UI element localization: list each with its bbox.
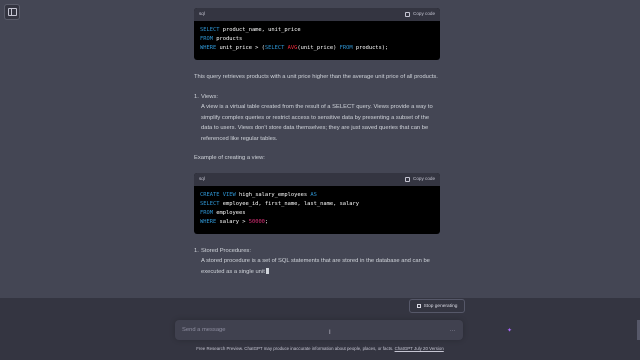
code-token: FROM bbox=[200, 209, 213, 216]
list-item-title: Views: bbox=[201, 93, 218, 100]
sidebar-toggle-button[interactable] bbox=[4, 4, 20, 20]
code-line: CREATE VIEW high_salary_employees AS bbox=[200, 191, 434, 200]
stop-generating-label: Stop generating bbox=[423, 303, 458, 309]
sparkle-icon: ✦ bbox=[507, 328, 513, 334]
sidebar-toggle-icon bbox=[7, 8, 17, 16]
streaming-cursor bbox=[266, 267, 270, 274]
footer-disclaimer: Free Research Preview. ChatGPT may produ… bbox=[0, 346, 640, 351]
list-number: 1. bbox=[194, 247, 199, 254]
code-body: CREATE VIEW high_salary_employees AS SELE… bbox=[194, 186, 440, 234]
list-number: 1. bbox=[194, 93, 199, 100]
code-body: SELECT product_name, unit_price FROM prod… bbox=[194, 21, 440, 60]
code-token: unit_price > ( bbox=[216, 45, 265, 51]
code-token: CREATE bbox=[200, 191, 220, 198]
assistant-message: sql Copy code SELECT product_name, unit_… bbox=[194, 8, 440, 286]
code-line: FROM products bbox=[200, 35, 434, 44]
copy-code-label: Copy code bbox=[413, 175, 435, 181]
code-token: employee_id, first_name, last_name, sala… bbox=[219, 200, 360, 207]
code-language: sql bbox=[199, 175, 205, 181]
code-token: WHERE bbox=[200, 45, 217, 51]
code-token: VIEW bbox=[222, 191, 236, 198]
message-input-box[interactable]: ... bbox=[175, 320, 463, 340]
code-language: sql bbox=[199, 11, 205, 17]
clipboard-icon bbox=[405, 12, 411, 17]
code-token: WHERE bbox=[200, 218, 217, 225]
example-label: Example of creating a view: bbox=[194, 155, 265, 161]
code-block-1: sql Copy code SELECT product_name, unit_… bbox=[194, 8, 440, 60]
list-item-views: 1. Views: A view is a virtual table crea… bbox=[194, 92, 440, 145]
code-token: AVG bbox=[287, 45, 298, 51]
code-block-2: sql Copy code CREATE VIEW high_salary_em… bbox=[194, 172, 440, 234]
loading-ellipsis: ... bbox=[449, 327, 456, 333]
stop-icon bbox=[416, 304, 421, 308]
code-line: SELECT product_name, unit_price bbox=[200, 26, 434, 35]
clipboard-icon bbox=[405, 176, 411, 182]
list-item-body: A view is a virtual table created from t… bbox=[201, 104, 433, 142]
footer-text: Free Research Preview. ChatGPT may produ… bbox=[196, 346, 395, 351]
code-token: product_name, unit_price bbox=[219, 27, 301, 33]
code-line: SELECT employee_id, first_name, last_nam… bbox=[200, 200, 434, 209]
code-token: ; bbox=[264, 218, 269, 225]
code-header: sql Copy code bbox=[194, 172, 440, 186]
code-token: AS bbox=[310, 191, 317, 198]
list-item-stored-procedures: 1. Stored Procedures: A stored procedure… bbox=[194, 246, 440, 278]
list-item-title: Stored Procedures: bbox=[201, 247, 251, 254]
message-input[interactable] bbox=[182, 327, 422, 333]
code-token: employees bbox=[212, 209, 246, 216]
code-token: FROM bbox=[339, 45, 353, 51]
stop-generating-button[interactable]: Stop generating bbox=[409, 299, 465, 313]
code-line: WHERE salary > 50000; bbox=[200, 218, 434, 227]
list-item-body: A stored procedure is a set of SQL state… bbox=[201, 258, 430, 275]
code-token: products); bbox=[352, 45, 389, 51]
code-token: products bbox=[212, 36, 243, 42]
code-token: 50000 bbox=[248, 218, 265, 225]
code-token: (unit_price) bbox=[297, 45, 340, 51]
code-token: salary > bbox=[216, 218, 249, 225]
paragraph: This query retrieves products with a uni… bbox=[194, 74, 438, 80]
code-token: SELECT bbox=[200, 27, 220, 33]
text-cursor-icon: I bbox=[329, 330, 331, 336]
version-link[interactable]: ChatGPT July 20 Version bbox=[395, 346, 444, 351]
code-line: FROM employees bbox=[200, 209, 434, 218]
copy-code-button[interactable]: Copy code bbox=[405, 9, 435, 20]
code-token: FROM bbox=[200, 36, 213, 42]
code-line: WHERE unit_price > (SELECT AVG(unit_pric… bbox=[200, 44, 434, 53]
code-token: SELECT bbox=[200, 200, 220, 207]
copy-code-button[interactable]: Copy code bbox=[405, 174, 435, 185]
code-token: high_salary_employees bbox=[235, 191, 311, 198]
copy-code-label: Copy code bbox=[413, 11, 435, 17]
code-token: SELECT bbox=[264, 45, 285, 51]
code-header: sql Copy code bbox=[194, 8, 440, 21]
